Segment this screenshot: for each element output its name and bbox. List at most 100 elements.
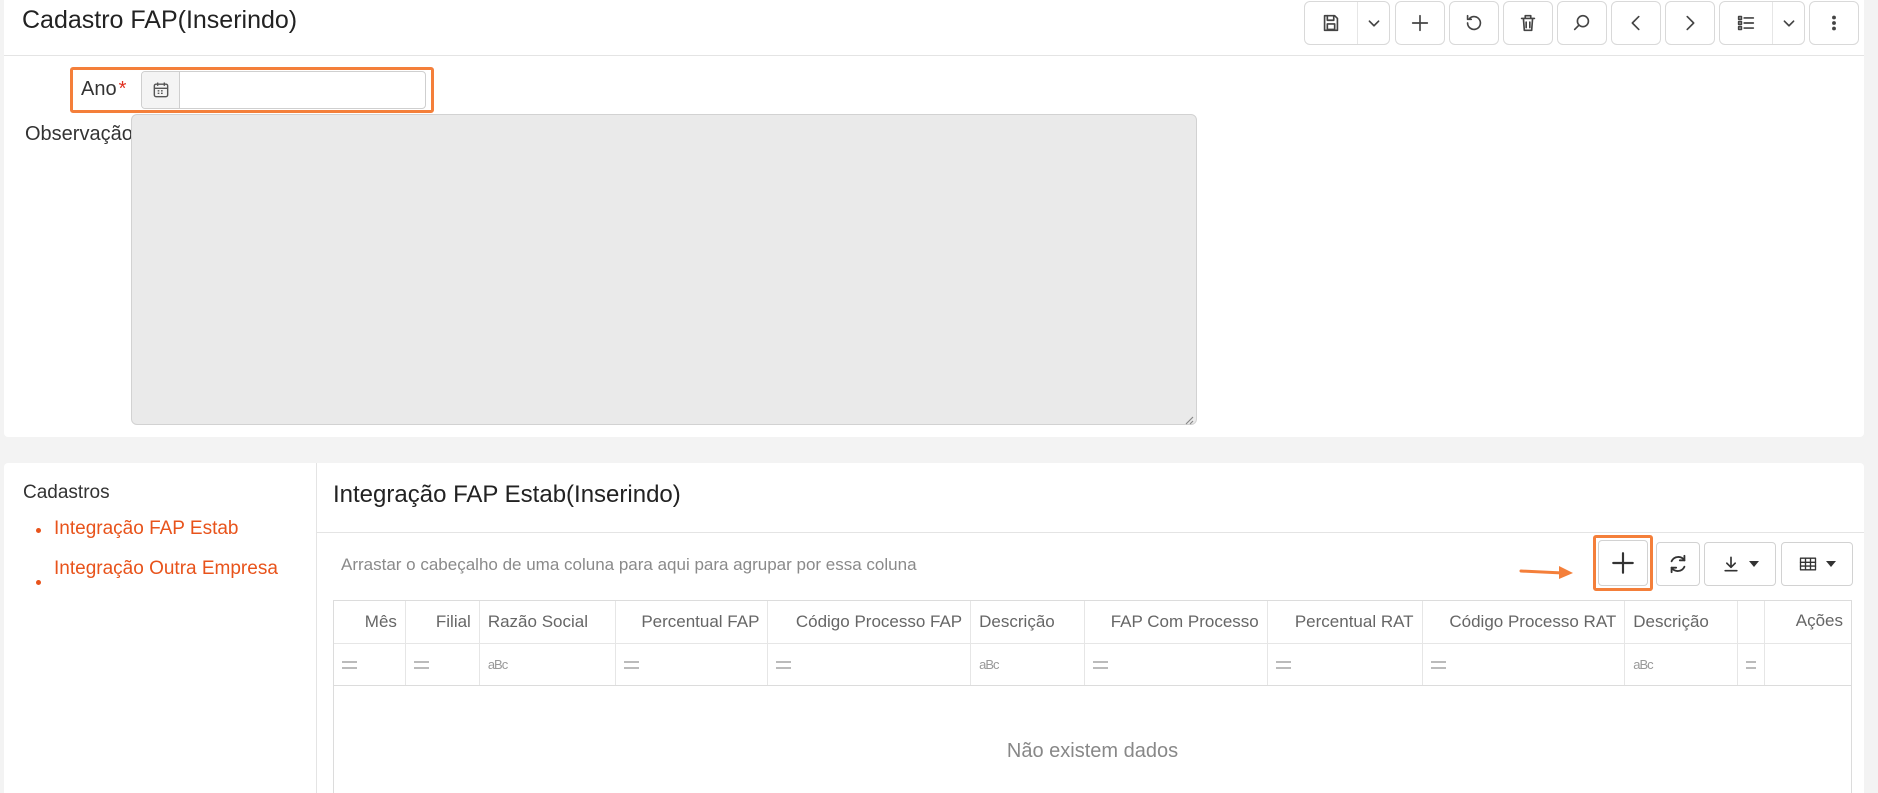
equals-filter-icon — [413, 660, 429, 669]
grid-refresh-button[interactable] — [1656, 542, 1700, 586]
observacao-textarea[interactable] — [131, 114, 1197, 425]
refresh-icon — [1670, 554, 1686, 574]
list-view-button[interactable] — [1720, 2, 1772, 44]
column-header-razao-social[interactable]: Razão Social — [480, 601, 616, 643]
grid-add-row-button[interactable] — [1598, 540, 1648, 586]
undo-icon — [1466, 14, 1482, 31]
filter-cell[interactable] — [1738, 644, 1766, 685]
arrow-pointer-icon — [1519, 566, 1573, 579]
save-options-button[interactable] — [1357, 2, 1389, 44]
sidebar-item-integracao-outra-empresa[interactable]: Integração Outra Empresa — [34, 554, 304, 585]
filter-cell[interactable] — [334, 644, 406, 685]
filter-cell[interactable] — [1268, 644, 1423, 685]
filter-cell[interactable] — [406, 644, 480, 685]
filter-cell[interactable] — [768, 644, 972, 685]
contains-filter-icon: aBc — [1633, 657, 1653, 672]
save-group — [1304, 1, 1390, 45]
grid-filter-row: aBc aBc aBc — [334, 644, 1851, 686]
column-header-percentual-rat[interactable]: Percentual RAT — [1268, 601, 1423, 643]
search-icon — [1573, 14, 1590, 31]
plus-icon — [1411, 14, 1429, 32]
column-header-blank[interactable] — [1738, 601, 1766, 643]
filter-cell[interactable] — [1423, 644, 1626, 685]
form-card: Cadastro FAP(Inserindo) Ano * Observação — [4, 0, 1864, 437]
next-group — [1665, 1, 1715, 45]
chevron-left-icon — [1631, 15, 1640, 31]
plus-icon — [1612, 552, 1634, 574]
column-header-fap-com-processo[interactable]: FAP Com Processo — [1085, 601, 1268, 643]
sidebar-list: Integração FAP Estab Integração Outra Em… — [34, 514, 304, 594]
delete-group — [1503, 1, 1553, 45]
search-group — [1557, 1, 1607, 45]
filter-cell[interactable] — [616, 644, 769, 685]
column-header-filial[interactable]: Filial — [406, 601, 480, 643]
floppy-disk-icon — [1323, 14, 1339, 32]
column-header-descricao-rat[interactable]: Descrição — [1625, 601, 1739, 643]
undo-group — [1449, 1, 1499, 45]
contains-filter-icon: aBc — [979, 657, 999, 672]
filter-cell[interactable] — [1085, 644, 1268, 685]
column-header-mes[interactable]: Mês — [334, 601, 406, 643]
more-group — [1809, 1, 1859, 45]
ano-input[interactable] — [180, 72, 425, 108]
equals-filter-icon — [1746, 660, 1757, 669]
column-header-codigo-processo-fap[interactable]: Código Processo FAP — [768, 601, 972, 643]
equals-filter-icon — [776, 660, 792, 669]
delete-button[interactable] — [1504, 2, 1552, 44]
search-button[interactable] — [1558, 2, 1606, 44]
equals-filter-icon — [1430, 660, 1446, 669]
sidebar: Cadastros Integração FAP Estab Integraçã… — [4, 463, 317, 793]
detail-card: Cadastros Integração FAP Estab Integraçã… — [4, 463, 1864, 793]
calendar-button[interactable] — [142, 72, 180, 108]
list-group — [1719, 1, 1805, 45]
required-marker: * — [118, 78, 127, 100]
caret-down-icon — [1749, 561, 1759, 567]
table-icon — [1799, 557, 1817, 571]
column-header-descricao[interactable]: Descrição — [971, 601, 1086, 643]
caret-down-icon — [1826, 561, 1836, 567]
equals-filter-icon — [342, 660, 357, 669]
detail-divider — [317, 532, 1864, 533]
more-options-button[interactable] — [1810, 2, 1858, 44]
calendar-icon — [153, 82, 168, 98]
equals-filter-icon — [623, 660, 639, 669]
ano-field — [141, 71, 426, 109]
save-button[interactable] — [1305, 2, 1357, 44]
column-header-percentual-fap[interactable]: Percentual FAP — [616, 601, 769, 643]
add-button[interactable] — [1396, 2, 1444, 44]
chevron-down-icon — [1368, 20, 1379, 27]
ano-label: Ano * — [81, 78, 126, 101]
list-icon — [1737, 15, 1755, 31]
grid-export-button[interactable] — [1704, 542, 1776, 586]
chevron-down-icon — [1783, 20, 1794, 27]
equals-filter-icon — [1275, 660, 1291, 669]
prev-group — [1611, 1, 1661, 45]
grid-header-row: Mês Filial Razão Social Percentual FAP C… — [334, 601, 1851, 644]
previous-button[interactable] — [1612, 2, 1660, 44]
filter-cell-acoes — [1765, 644, 1851, 685]
filter-cell[interactable]: aBc — [480, 644, 616, 685]
ano-label-text: Ano — [81, 78, 117, 100]
data-grid: Mês Filial Razão Social Percentual FAP C… — [333, 600, 1852, 793]
equals-filter-icon — [1093, 660, 1109, 669]
sidebar-title: Cadastros — [23, 482, 110, 503]
header-divider — [4, 55, 1864, 56]
filter-cell[interactable]: aBc — [971, 644, 1086, 685]
group-panel-hint[interactable]: Arrastar o cabeçalho de uma coluna para … — [341, 555, 917, 575]
trash-icon — [1520, 14, 1536, 32]
chevron-right-icon — [1686, 15, 1695, 31]
grid-column-chooser-button[interactable] — [1781, 542, 1853, 586]
contains-filter-icon: aBc — [487, 657, 508, 672]
column-header-acoes: Ações — [1795, 611, 1844, 630]
more-vertical-icon — [1832, 15, 1836, 31]
filter-cell[interactable]: aBc — [1625, 644, 1739, 685]
list-options-button[interactable] — [1772, 2, 1804, 44]
empty-grid-message: Não existem dados — [1006, 739, 1179, 762]
resize-grip-icon[interactable] — [1182, 412, 1194, 425]
next-button[interactable] — [1666, 2, 1714, 44]
undo-button[interactable] — [1450, 2, 1498, 44]
download-icon — [1724, 556, 1738, 572]
column-header-codigo-processo-rat[interactable]: Código Processo RAT — [1423, 601, 1626, 643]
sidebar-item-integracao-fap-estab[interactable]: Integração FAP Estab — [34, 514, 304, 544]
page-title: Cadastro FAP(Inserindo) — [22, 6, 298, 34]
